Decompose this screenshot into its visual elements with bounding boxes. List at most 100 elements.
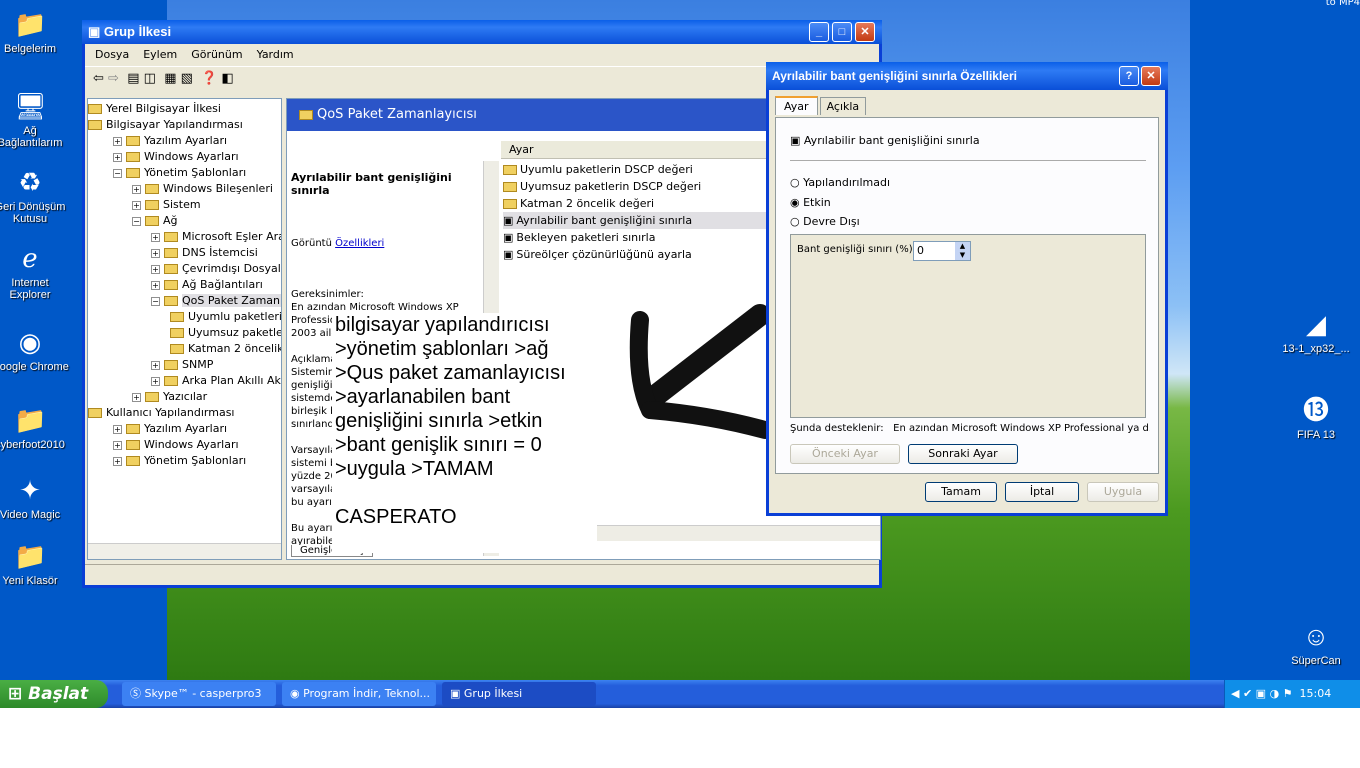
expand-icon[interactable]: +: [113, 152, 122, 162]
tree-node[interactable]: + Windows Ayarları: [88, 437, 281, 453]
up-folder-icon[interactable]: ▤: [127, 71, 139, 86]
close-button[interactable]: ✕: [855, 22, 875, 42]
expand-icon[interactable]: +: [151, 264, 160, 274]
menu-yardim[interactable]: Yardım: [257, 48, 294, 61]
expand-icon[interactable]: −: [151, 296, 160, 306]
tree-node[interactable]: + DNS İstemcisi: [88, 245, 281, 261]
chrome-icon: ◉: [290, 687, 300, 700]
tree-node[interactable]: + Windows Ayarları: [88, 149, 281, 165]
tab-acikla[interactable]: Açıkla: [819, 97, 867, 115]
icon-new-folder[interactable]: 📁 Yeni Klasör: [0, 540, 70, 587]
spinner-arrows-icon[interactable]: ▲ ▼: [955, 242, 970, 260]
expand-icon[interactable]: +: [113, 136, 122, 146]
tree-node[interactable]: + Yazıcılar: [88, 389, 281, 405]
expand-icon[interactable]: +: [132, 392, 141, 402]
tree-node[interactable]: Bilgisayar Yapılandırması: [88, 117, 281, 133]
icon-supercan[interactable]: ☺ SüperCan: [1276, 620, 1356, 667]
dialog-titlebar[interactable]: Ayrılabilir bant genişliğini sınırla Öze…: [766, 62, 1168, 90]
col-ayar[interactable]: Ayar: [509, 143, 534, 156]
tree-node[interactable]: + Arka Plan Akıllı Aktarım H: [88, 373, 281, 389]
tree-node[interactable]: + Windows Bileşenleri: [88, 181, 281, 197]
forward-icon[interactable]: ⇨: [108, 71, 119, 86]
tree-node[interactable]: − Ağ: [88, 213, 281, 229]
properties-icon[interactable]: ▦: [164, 71, 176, 86]
expand-icon[interactable]: −: [132, 216, 141, 226]
icon-google-chrome[interactable]: ◉ Google Chrome: [0, 326, 70, 373]
cancel-button[interactable]: İptal: [1005, 482, 1079, 502]
expand-icon[interactable]: +: [151, 248, 160, 258]
expand-icon[interactable]: +: [113, 424, 122, 434]
help-icon[interactable]: ❓: [201, 71, 217, 86]
icon-internet-explorer[interactable]: ℯ Internet Explorer: [0, 242, 70, 301]
extended-view-icon[interactable]: ◧: [222, 71, 234, 86]
expand-icon[interactable]: +: [132, 200, 141, 210]
expand-icon[interactable]: +: [113, 440, 122, 450]
expand-icon[interactable]: +: [151, 280, 160, 290]
tree-node[interactable]: + Çevrimdışı Dosyalar: [88, 261, 281, 277]
desc-properties-link[interactable]: Özellikleri: [335, 238, 384, 249]
next-setting-button[interactable]: Sonraki Ayar: [908, 444, 1018, 464]
expand-icon[interactable]: +: [132, 184, 141, 194]
tree-node[interactable]: + Ağ Bağlantıları: [88, 277, 281, 293]
menu-dosya[interactable]: Dosya: [95, 48, 129, 61]
tab-ayar[interactable]: Ayar: [775, 96, 818, 115]
windows-logo-icon: ⊞: [8, 684, 23, 704]
expand-icon[interactable]: −: [113, 168, 122, 178]
gp-titlebar[interactable]: ▣ Grup İlkesi _ □ ✕: [82, 20, 882, 44]
note-line: >ayarlanabilen bant: [335, 386, 511, 408]
gp-app-icon: ▣: [88, 24, 101, 39]
radio-disabled[interactable]: ○ Devre Dışı: [790, 215, 860, 228]
radio-enabled[interactable]: ◉ Etkin: [790, 196, 831, 209]
tree-node[interactable]: Uyumsuz paketlerin: [88, 325, 281, 341]
tree-node[interactable]: + Yazılım Ayarları: [88, 133, 281, 149]
icon-my-documents[interactable]: 📁 Belgelerim: [0, 8, 70, 55]
tree-node[interactable]: Yerel Bilgisayar İlkesi: [88, 101, 281, 117]
tree-node[interactable]: + Sistem: [88, 197, 281, 213]
menu-eylem[interactable]: Eylem: [143, 48, 177, 61]
expand-icon[interactable]: +: [151, 232, 160, 242]
apply-button[interactable]: Uygula: [1087, 482, 1159, 502]
back-icon[interactable]: ⇦: [93, 71, 104, 86]
icon-cyberfoot2010[interactable]: 📁 cyberfoot2010: [0, 404, 70, 451]
tree-node[interactable]: Katman 2 öncelik de: [88, 341, 281, 357]
expand-icon[interactable]: +: [151, 360, 160, 370]
icon-video-magic[interactable]: ✦ Video Magic: [0, 474, 70, 521]
dialog-close-button[interactable]: ✕: [1141, 66, 1161, 86]
tree-node[interactable]: Kullanıcı Yapılandırması: [88, 405, 281, 421]
minimize-button[interactable]: _: [809, 22, 829, 42]
maximize-button[interactable]: □: [832, 22, 852, 42]
icon-13-1-xp32[interactable]: ◢ 13-1_xp32_...: [1276, 308, 1356, 355]
icon-recycle-bin[interactable]: ♻ Geri Dönüşüm Kutusu: [0, 166, 70, 225]
tree-node[interactable]: Uyumlu paketlerin D:: [88, 309, 281, 325]
previous-setting-button[interactable]: Önceki Ayar: [790, 444, 900, 464]
help-button[interactable]: ?: [1119, 66, 1139, 86]
expand-icon[interactable]: +: [113, 456, 122, 466]
ok-button[interactable]: Tamam: [925, 482, 997, 502]
tree-node[interactable]: + SNMP: [88, 357, 281, 373]
taskbar-group-policy[interactable]: ▣ Grup İlkesi: [442, 682, 596, 706]
taskbar-skype[interactable]: Ⓢ Skype™ - casperpro3: [122, 682, 276, 706]
icon-fifa-13[interactable]: ⓭ FIFA 13: [1276, 394, 1356, 441]
tree-pane[interactable]: Yerel Bilgisayar İlkesi Bilgisayar Yapıla…: [87, 98, 282, 560]
tree-node[interactable]: + Microsoft Eşler Arası Ağ: [88, 229, 281, 245]
icon-network-places[interactable]: 🖥 Ağ Bağlantılarım: [0, 90, 70, 149]
tree-hscroll[interactable]: [88, 543, 281, 559]
menu-gorunum[interactable]: Görünüm: [191, 48, 242, 61]
taskbar-chrome[interactable]: ◉ Program İndir, Teknol...: [282, 682, 436, 706]
expand-icon[interactable]: +: [151, 376, 160, 386]
show-tree-icon[interactable]: ◫: [144, 71, 156, 86]
tree-node[interactable]: − QoS Paket Zamanlayıcısı: [88, 293, 281, 309]
tree-node-label: Sistem: [163, 198, 201, 211]
tree-node[interactable]: + Yönetim Şablonları: [88, 453, 281, 469]
desktop-icon-glyph: ☺: [1302, 621, 1330, 651]
tree-node-label: Yönetim Şablonları: [144, 454, 247, 467]
tree-node[interactable]: − Yönetim Şablonları: [88, 165, 281, 181]
tray-expand-icon[interactable]: ◀: [1231, 687, 1239, 700]
tray-icons[interactable]: ✔ ▣ ◑ ⚑: [1243, 687, 1293, 700]
start-button[interactable]: ⊞ Başlat: [0, 680, 108, 708]
radio-not-configured[interactable]: ○ Yapılandırılmadı: [790, 176, 890, 189]
tree-node[interactable]: + Yazılım Ayarları: [88, 421, 281, 437]
limit-input[interactable]: 0: [917, 244, 924, 257]
export-icon[interactable]: ▧: [181, 71, 193, 86]
limit-spinner[interactable]: 0 ▲ ▼: [913, 241, 971, 261]
